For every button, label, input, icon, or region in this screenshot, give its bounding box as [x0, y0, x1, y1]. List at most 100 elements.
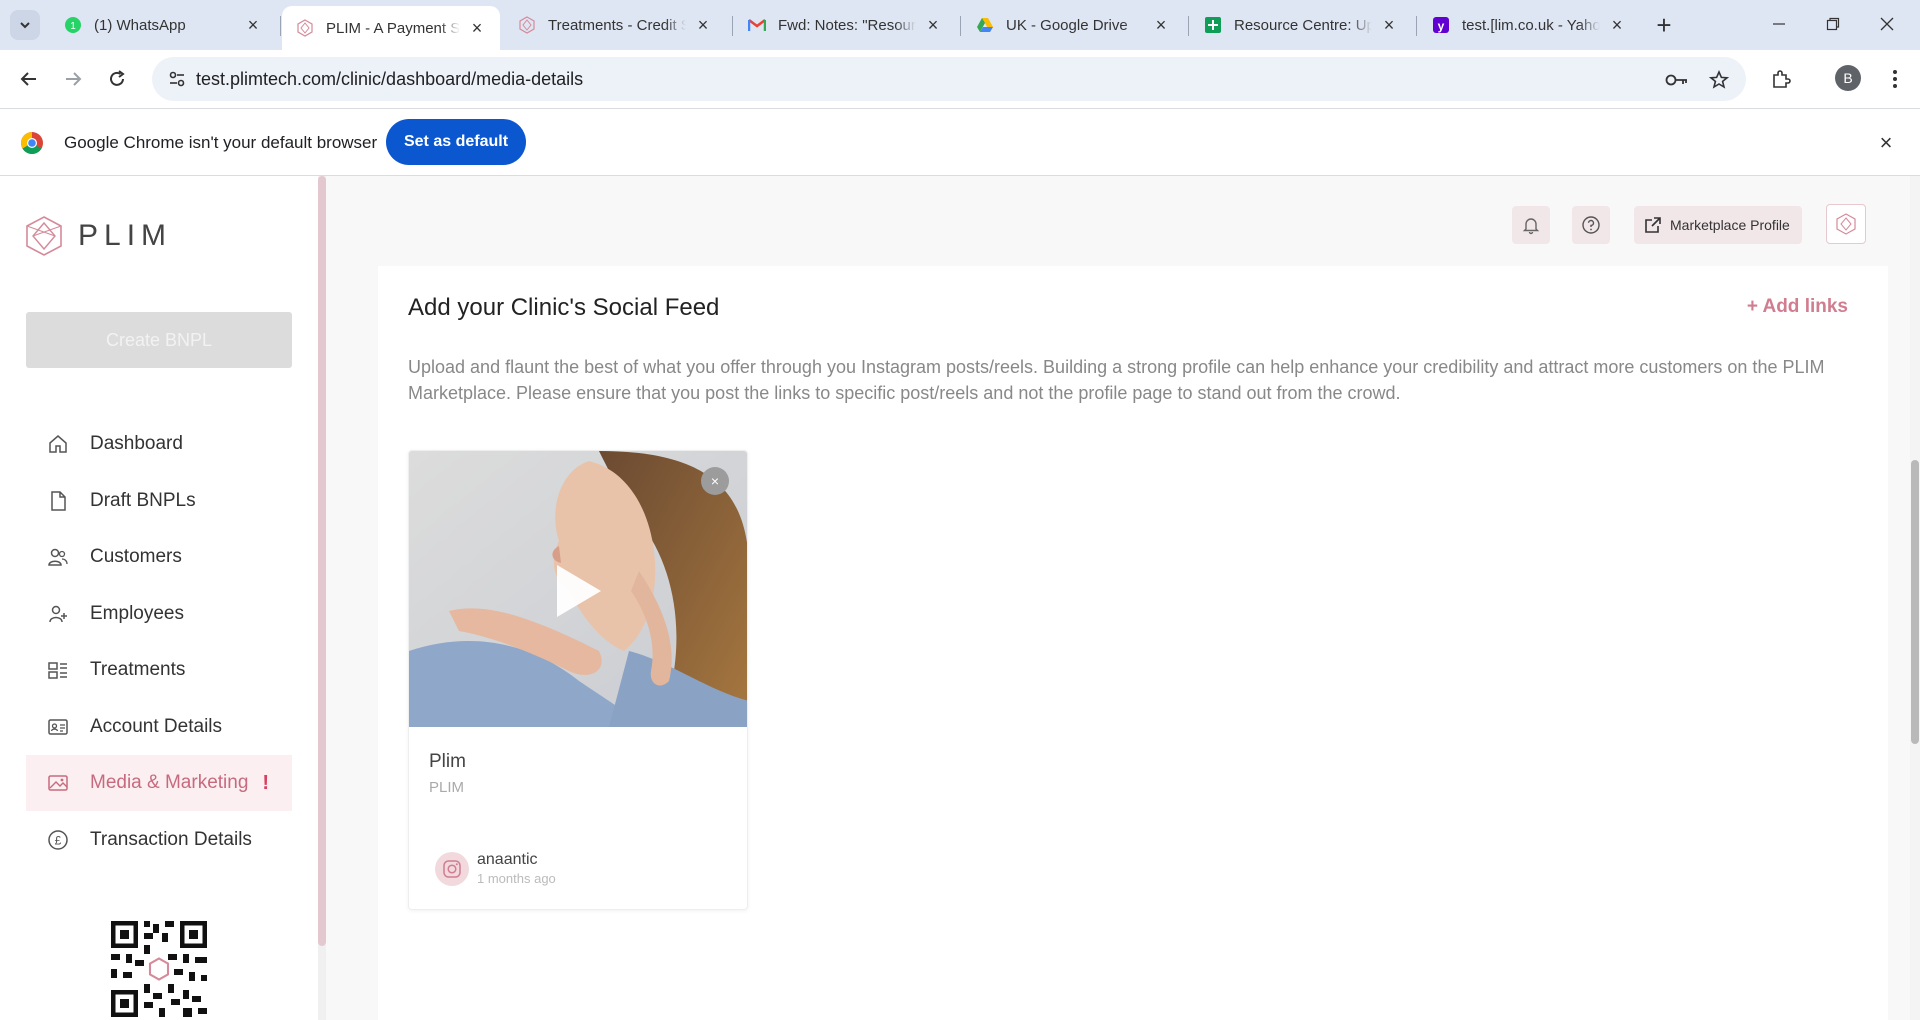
page-scrollbar-thumb[interactable]: [1911, 460, 1919, 744]
tab-title: Treatments - Credit S: [548, 16, 686, 34]
minimize-icon: [1773, 23, 1785, 25]
remove-post-button[interactable]: ×: [701, 467, 729, 495]
tab-title: test.[lim.co.uk - Yahoo: [1462, 16, 1600, 34]
profile-avatar[interactable]: B: [1835, 65, 1861, 91]
plim-icon: [518, 16, 536, 34]
close-icon[interactable]: ×: [244, 15, 262, 35]
browser-menu-button[interactable]: [1880, 64, 1910, 94]
section-description: Upload and flaunt the best of what you o…: [408, 357, 1825, 403]
sidebar-item-customers[interactable]: Customers: [26, 529, 292, 585]
password-key-icon[interactable]: [1664, 67, 1690, 93]
arrow-right-icon: [66, 72, 82, 86]
close-icon: [1880, 17, 1894, 31]
google-drive-icon: [976, 16, 994, 34]
tab-google-sheets[interactable]: Resource Centre: Up ×: [1190, 6, 1412, 44]
site-info-icon[interactable]: [162, 64, 192, 94]
plim-logo[interactable]: PLIM: [24, 216, 172, 256]
tab-plim[interactable]: PLIM - A Payment So ×: [282, 6, 500, 50]
play-icon[interactable]: [547, 561, 607, 621]
instagram-icon: [435, 851, 469, 886]
minimize-button[interactable]: [1756, 6, 1802, 42]
main-content: Marketplace Profile Add your Clinic's So…: [326, 176, 1920, 1020]
url-text[interactable]: test.plimtech.com/clinic/dashboard/media…: [196, 69, 583, 90]
browser-toolbar: test.plimtech.com/clinic/dashboard/media…: [0, 50, 1920, 108]
sidebar: PLIM Create BNPL Dashboard Draft BNPLs C…: [0, 176, 318, 1020]
sidebar-item-label: Employees: [90, 602, 184, 624]
arrow-left-icon: [20, 72, 36, 86]
plim-icon: [1836, 213, 1856, 235]
sidebar-item-label: Treatments: [90, 659, 186, 680]
help-circle-icon: [1582, 216, 1600, 234]
external-link-icon: [1644, 216, 1662, 234]
close-icon[interactable]: ×: [1152, 15, 1170, 35]
sidebar-item-employees[interactable]: Employees: [26, 586, 292, 642]
chevron-down-icon: [20, 22, 30, 29]
restore-button[interactable]: [1810, 6, 1856, 42]
new-tab-button[interactable]: +: [1650, 9, 1678, 40]
user-plus-icon: [46, 602, 70, 626]
reload-icon: [110, 70, 125, 86]
post-title: Plim: [429, 751, 466, 772]
close-icon[interactable]: ×: [1380, 15, 1398, 35]
svg-text:y: y: [1438, 19, 1445, 33]
chrome-logo-icon: [21, 132, 43, 154]
tab-yahoo[interactable]: y test.[lim.co.uk - Yahoo ×: [1418, 6, 1640, 44]
logo-text: PLIM: [78, 219, 173, 252]
notifications-button[interactable]: [1512, 206, 1550, 244]
qr-code-image: [108, 918, 210, 1020]
tab-gmail[interactable]: Fwd: Notes: "Resource ×: [734, 6, 956, 44]
tab-separator: [732, 16, 733, 36]
svg-text:£: £: [55, 833, 62, 847]
treatments-icon: [46, 658, 70, 682]
bookmark-star-icon[interactable]: [1706, 67, 1732, 93]
sidebar-item-label: Account Details: [90, 715, 223, 737]
bell-icon: [1522, 218, 1540, 235]
tab-treatments[interactable]: Treatments - Credit S ×: [504, 6, 726, 44]
sidebar-item-dashboard[interactable]: Dashboard: [26, 416, 292, 472]
document-icon: [46, 489, 70, 513]
forward-button[interactable]: [58, 64, 88, 94]
alert-badge: !: [262, 771, 270, 794]
post-video-thumbnail[interactable]: ×: [409, 451, 747, 727]
marketplace-profile-button[interactable]: Marketplace Profile: [1634, 206, 1802, 244]
tab-separator: [1188, 16, 1189, 36]
create-bnpl-button[interactable]: Create BNPL: [26, 312, 292, 368]
address-bar[interactable]: test.plimtech.com/clinic/dashboard/media…: [152, 57, 1746, 101]
window-close-button[interactable]: [1864, 6, 1910, 42]
gmail-icon: [748, 16, 766, 34]
tab-separator: [1416, 16, 1417, 36]
sidebar-item-label: Transaction Details: [90, 828, 252, 850]
plus-icon: +: [1656, 9, 1672, 40]
set-default-button[interactable]: Set as default: [386, 119, 526, 165]
close-icon[interactable]: ×: [1608, 15, 1626, 35]
infobar-close-icon[interactable]: ×: [1874, 130, 1898, 155]
sidebar-item-draft-bnpls[interactable]: Draft BNPLs: [26, 473, 292, 529]
social-post-card[interactable]: × Plim PLIM anaantic 1 months ago: [408, 450, 748, 910]
sidebar-item-media-marketing[interactable]: Media & Marketing !: [26, 755, 292, 811]
tab-search-button[interactable]: [10, 10, 40, 40]
tab-title: Fwd: Notes: "Resource: [778, 16, 916, 34]
users-icon: [46, 545, 70, 569]
whatsapp-icon: 1: [64, 16, 82, 34]
help-button[interactable]: [1572, 206, 1610, 244]
google-sheets-icon: [1204, 16, 1222, 34]
tab-google-drive[interactable]: UK - Google Drive ×: [962, 6, 1184, 44]
back-button[interactable]: [14, 64, 44, 94]
tab-title: Resource Centre: Up: [1234, 16, 1372, 34]
sidebar-item-treatments[interactable]: Treatments: [26, 642, 292, 698]
extensions-button[interactable]: [1766, 64, 1796, 94]
post-author: anaantic 1 months ago: [435, 851, 556, 886]
close-icon[interactable]: ×: [468, 18, 486, 38]
reload-button[interactable]: [102, 64, 132, 94]
close-icon[interactable]: ×: [694, 15, 712, 35]
sidebar-item-account-details[interactable]: Account Details: [26, 699, 292, 755]
tab-whatsapp[interactable]: 1 (1) WhatsApp ×: [50, 6, 276, 44]
pound-icon: £: [46, 828, 70, 852]
close-icon[interactable]: ×: [924, 15, 942, 35]
tab-title: (1) WhatsApp: [94, 16, 186, 34]
sidebar-item-transaction-details[interactable]: £ Transaction Details: [26, 812, 292, 868]
sidebar-scrollbar-thumb[interactable]: [318, 176, 326, 946]
clinic-avatar-button[interactable]: [1826, 204, 1866, 244]
tab-title: PLIM - A Payment So: [326, 19, 460, 37]
add-links-button[interactable]: + Add links: [1747, 296, 1848, 318]
